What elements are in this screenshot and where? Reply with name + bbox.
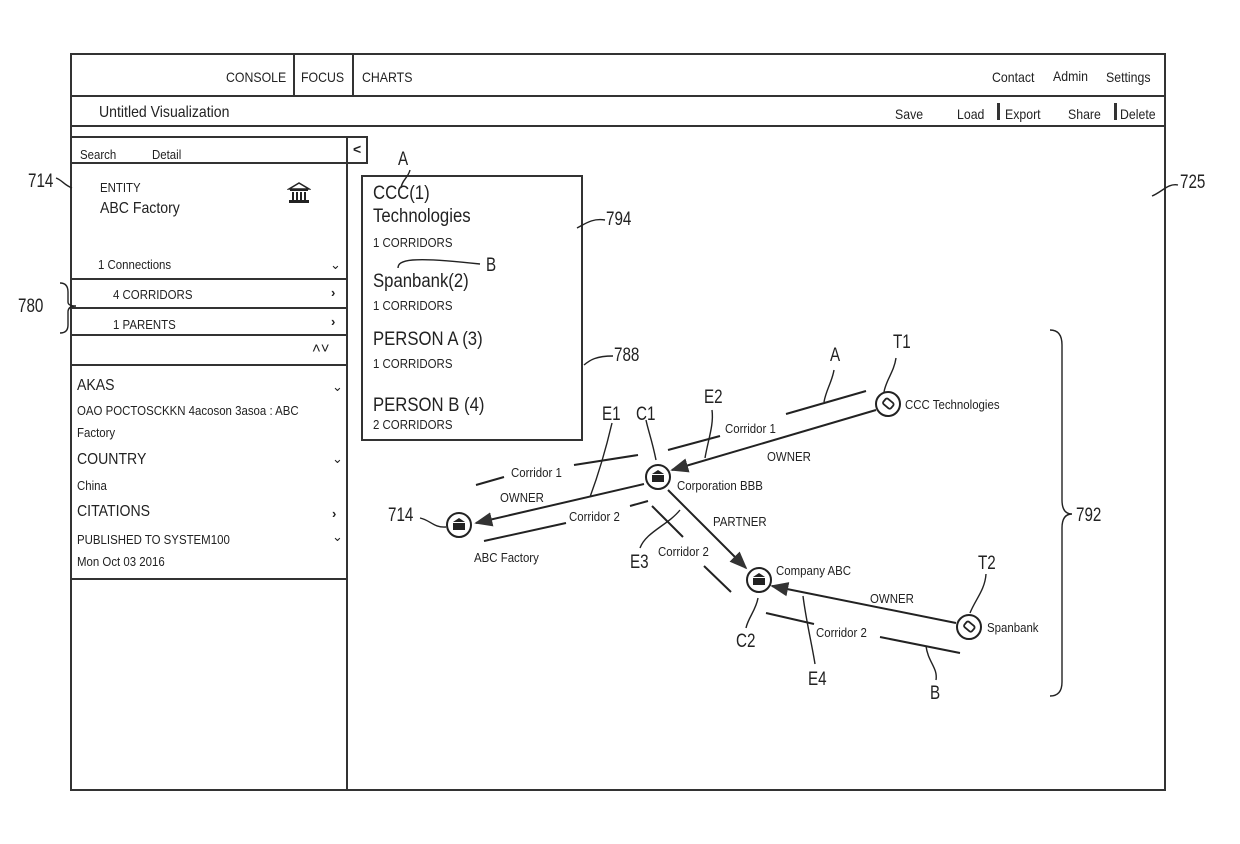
ref-e1: E1: [602, 404, 621, 425]
corridor-line: [629, 500, 649, 507]
node-spanbank[interactable]: [956, 614, 982, 640]
ref-e2: E2: [704, 387, 723, 408]
ref-714-panel: 714: [28, 171, 54, 192]
ref-t2: T2: [978, 553, 996, 574]
ref-c2: C2: [736, 631, 756, 652]
ref-788: 788: [614, 345, 640, 366]
corridor-line: [475, 476, 505, 486]
ref-letter-b: B: [486, 255, 497, 276]
ref-e3: E3: [630, 552, 649, 573]
ref-725: 725: [1180, 172, 1206, 193]
edge-label-partner: PARTNER: [713, 514, 767, 529]
node-label-corporation-bbb: Corporation BBB: [677, 478, 763, 493]
ref-t1: T1: [893, 332, 911, 353]
ref-792: 792: [1076, 505, 1102, 526]
node-company-abc[interactable]: [746, 567, 772, 593]
corridor-label: Corridor 1: [511, 465, 562, 480]
node-ccc-technologies[interactable]: [875, 391, 901, 417]
edge-label-owner: OWNER: [870, 591, 914, 606]
node-corporation-bbb[interactable]: [645, 464, 671, 490]
node-abc-factory[interactable]: [446, 512, 472, 538]
node-label-spanbank: Spanbank: [987, 620, 1039, 635]
corridor-line: [573, 454, 639, 466]
edge-owner-spanbank-companyabc[interactable]: [770, 582, 957, 624]
ref-794: 794: [606, 209, 632, 230]
corridor-label: Corridor 2: [816, 625, 867, 640]
node-label-abc-factory: ABC Factory: [474, 550, 539, 565]
corridor-label: Corridor 2: [569, 509, 620, 524]
ref-714-graph: 714: [388, 505, 414, 526]
edge-label-owner: OWNER: [500, 490, 544, 505]
ref-c1: C1: [636, 404, 656, 425]
node-label-company-abc: Company ABC: [776, 563, 852, 578]
corridor-line: [703, 565, 732, 593]
ref-e4: E4: [808, 669, 827, 690]
edge-label-owner: OWNER: [767, 449, 811, 464]
ref-letter-b: B: [930, 683, 941, 704]
node-label-ccc-technologies: CCC Technologies: [905, 397, 1000, 412]
corridor-label: Corridor 1: [725, 421, 776, 436]
ref-letter-a: A: [830, 345, 841, 366]
corridor-line: [667, 435, 721, 451]
ref-780: 780: [18, 296, 44, 317]
corridor-label: Corridor 2: [658, 544, 709, 559]
corridor-line: [879, 636, 961, 654]
ref-letter-a: A: [398, 149, 409, 170]
corridor-line: [483, 522, 567, 542]
